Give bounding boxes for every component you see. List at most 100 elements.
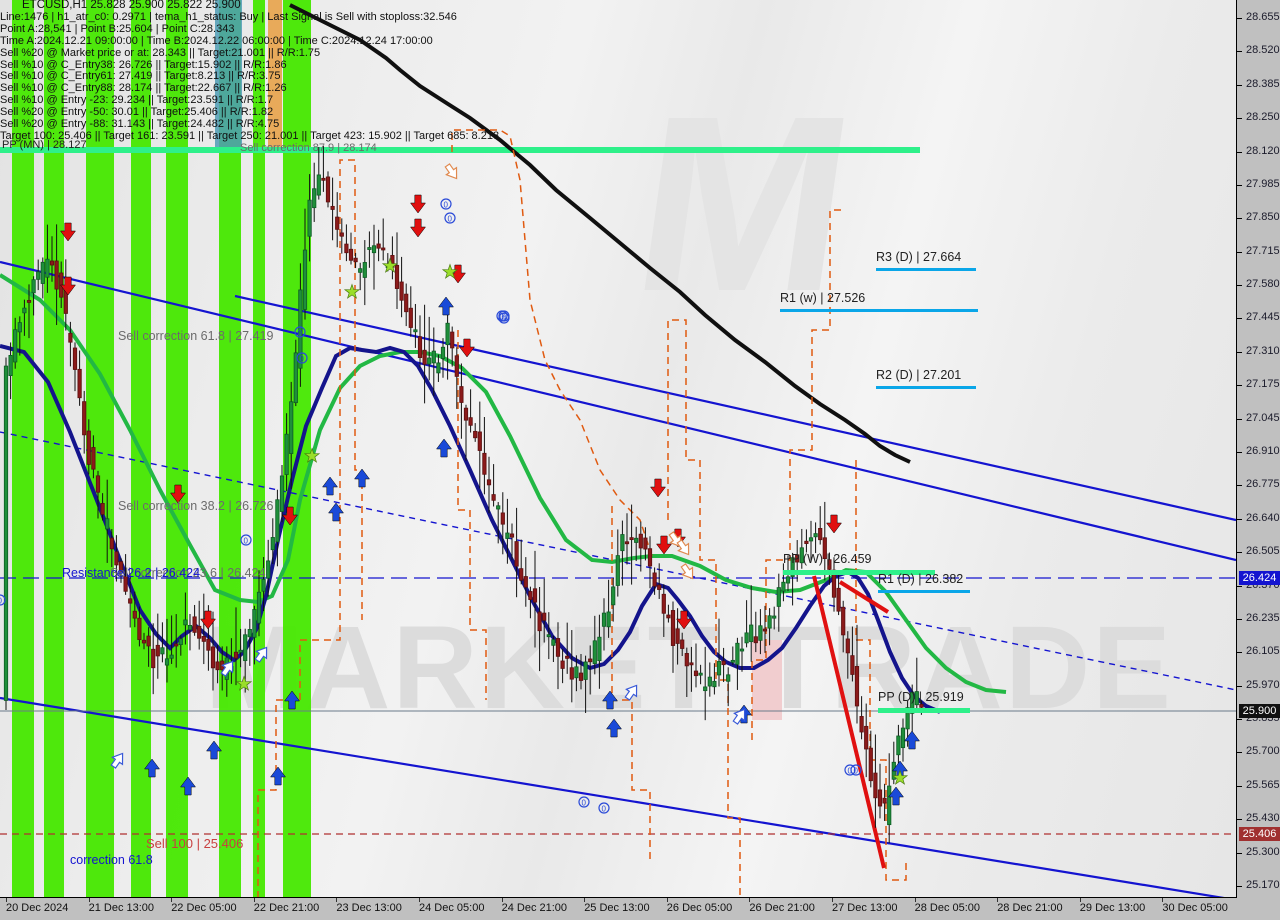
current-price-box: 25.900 <box>1239 704 1280 718</box>
price-tick-mark <box>1237 118 1242 120</box>
annotation-resistance: Resistance 26.2 | 26.424 <box>62 566 201 580</box>
circle-marker-label: 0 <box>602 805 607 814</box>
sell-arrow-icon <box>676 610 692 630</box>
circle-marker-label: 0 <box>244 537 249 546</box>
level-label-ppw: PP (W) | 26.459 <box>783 552 872 566</box>
annotation-correction-618: correction 61.8 <box>70 853 153 867</box>
time-tick-label: 21 Dec 13:00 <box>88 902 155 914</box>
buy-arrow-icon <box>144 758 160 778</box>
time-tick-label: 26 Dec 05:00 <box>666 902 733 914</box>
price-tick-mark <box>1237 886 1242 887</box>
price-tick-mark <box>1237 418 1242 420</box>
star-marker-icon <box>235 675 253 691</box>
price-tick-label: 25.565 <box>1246 778 1280 791</box>
star-marker-icon <box>891 769 909 785</box>
buy-arrow-icon <box>270 766 286 786</box>
price-tick-label: 27.580 <box>1246 278 1280 291</box>
price-tick-mark <box>1237 685 1242 687</box>
circle-marker-label: 0 <box>500 313 505 322</box>
time-tick-label: 27 Dec 13:00 <box>832 902 898 914</box>
current-price-box: 26.424 <box>1239 571 1280 585</box>
sell-arrow-icon <box>656 535 672 555</box>
level-label-r3: R3 (D) | 27.664 <box>876 250 962 264</box>
time-scale[interactable]: 20 Dec 2024 21 Dec 13:00 22 Dec 05:00 22 De… <box>0 898 1280 920</box>
annotation-sell-100: Sell 100 | 25.406 <box>146 836 244 851</box>
buy-arrow-icon <box>602 690 618 710</box>
time-tick-label: 28 Dec 05:00 <box>914 902 981 914</box>
buy-arrow-icon <box>206 740 222 760</box>
price-tick-mark <box>1237 819 1242 821</box>
buy-arrow-icon <box>438 296 454 316</box>
price-tick-mark <box>1237 18 1242 19</box>
sell-signal-outline-icon <box>444 163 458 180</box>
sell-arrow-icon <box>410 194 426 214</box>
star-marker-icon <box>381 257 399 273</box>
price-tick-label: 27.850 <box>1246 211 1280 224</box>
circle-marker-label: 0 <box>854 767 859 776</box>
circle-marker-label: 0 <box>298 329 303 338</box>
price-scale[interactable]: 28.655 28.520 28.385 28.250 28.120 27.985 27.8… <box>1237 0 1280 897</box>
current-price-box: 25.406 <box>1239 827 1280 841</box>
time-tick-label: 26 Dec 21:00 <box>749 902 815 914</box>
level-underline-ppd <box>878 708 970 713</box>
level-underline-r1d <box>878 590 970 593</box>
scale-corner <box>1237 898 1280 920</box>
sell-arrow-icon <box>200 610 216 630</box>
buy-arrow-icon <box>322 476 338 496</box>
level-underline-r2 <box>876 386 976 389</box>
price-tick-mark <box>1237 852 1242 854</box>
price-tick-mark <box>1237 151 1242 153</box>
sell-arrow-icon <box>410 218 426 238</box>
time-tick-label: 24 Dec 21:00 <box>501 902 568 914</box>
chart-plot-area[interactable]: M MARKET TRADE 0 0 0 0 0 0 0 0 0 0 0 0 R… <box>0 0 1237 898</box>
price-tick-label: 26.235 <box>1246 611 1280 624</box>
annotation-sell-correction-382: Sell correction 38.2 | 26.726 <box>118 499 274 513</box>
price-tick-label: 25.170 <box>1246 879 1280 891</box>
level-label-r1d: R1 (D) | 26.382 <box>878 572 964 586</box>
circle-marker-label: 0 <box>448 215 453 224</box>
price-tick-mark <box>1237 585 1242 587</box>
time-tick-label: 25 Dec 13:00 <box>584 902 650 914</box>
price-tick-label: 28.120 <box>1246 144 1280 157</box>
time-tick-label: 30 Dec 05:00 <box>1162 902 1228 914</box>
price-tick-label: 27.175 <box>1246 378 1280 391</box>
price-tick-label: 28.520 <box>1246 44 1280 57</box>
price-tick-label: 28.250 <box>1246 111 1280 124</box>
price-tick-mark <box>1237 652 1242 654</box>
buy-arrow-icon <box>328 502 344 522</box>
sell-arrow-icon <box>650 478 666 498</box>
sell-arrow-icon <box>60 276 76 296</box>
price-tick-mark <box>1237 351 1242 353</box>
level-label-r1w: R1 (w) | 27.526 <box>780 291 866 305</box>
buy-arrow-icon <box>888 786 904 806</box>
time-tick-label: 20 Dec 2024 <box>6 902 69 914</box>
price-tick-label: 25.700 <box>1246 745 1280 758</box>
buy-arrow-icon <box>606 718 622 738</box>
price-tick-mark <box>1237 318 1242 320</box>
price-tick-mark <box>1237 218 1242 220</box>
buy-arrow-icon <box>904 730 920 750</box>
level-underline-r3 <box>876 268 976 271</box>
price-tick-label: 27.045 <box>1246 411 1280 424</box>
sell-signal-outline-icon <box>680 563 694 580</box>
circle-marker-label: 0 <box>582 799 587 808</box>
buy-signal-outline-icon <box>110 752 124 769</box>
circle-marker-label: 0 <box>444 201 449 210</box>
price-tick-mark <box>1237 485 1242 487</box>
time-tick-label: 24 Dec 05:00 <box>419 902 485 914</box>
price-tick-label: 27.715 <box>1246 244 1280 257</box>
overlap-label-pp-mn: PP (MN) | 28.127 <box>2 139 87 151</box>
time-tick-label: 29 Dec 13:00 <box>1079 902 1146 914</box>
circle-marker-label: 0 <box>300 355 305 364</box>
buy-arrow-icon <box>180 776 196 796</box>
sell-arrow-icon <box>826 514 842 534</box>
price-tick-label: 27.985 <box>1246 177 1280 190</box>
price-tick-label: 27.445 <box>1246 311 1280 324</box>
price-tick-label: 26.640 <box>1246 511 1280 524</box>
buy-arrow-icon <box>436 438 452 458</box>
time-tick-label: 23 Dec 13:00 <box>336 902 402 914</box>
star-marker-icon <box>343 283 361 299</box>
price-tick-label: 25.300 <box>1246 845 1280 858</box>
price-tick-mark <box>1237 785 1242 787</box>
buy-arrow-icon <box>284 690 300 710</box>
